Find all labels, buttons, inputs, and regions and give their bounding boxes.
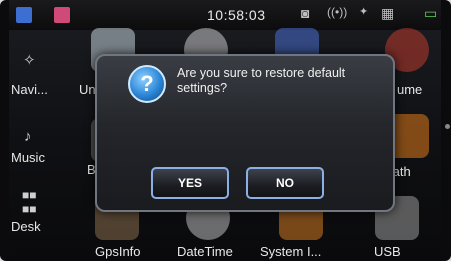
wifi-icon: ((•)) bbox=[327, 5, 348, 19]
app-label-datetime: DateTime bbox=[177, 244, 233, 259]
device-frame: 10:58:03 ◙ ((•)) ✦ ▦ ▭ ✧ Navi... ♪ Music… bbox=[0, 0, 451, 261]
music-note-icon: ♪ bbox=[24, 128, 32, 145]
app-label-usb: USB bbox=[374, 244, 401, 259]
grid-icon: ■■ ■■ bbox=[22, 188, 37, 216]
compass-icon: ✧ bbox=[23, 52, 36, 69]
clock: 10:58:03 bbox=[207, 7, 266, 23]
app-label-systeminfo: System I... bbox=[260, 244, 322, 259]
calendar-icon[interactable]: ▦ bbox=[381, 5, 394, 22]
status-bar: 10:58:03 ◙ ((•)) ✦ ▦ ▭ bbox=[9, 0, 441, 30]
yes-button[interactable]: YES bbox=[151, 167, 229, 199]
no-button[interactable]: NO bbox=[246, 167, 324, 199]
status-color-block-blue bbox=[16, 7, 32, 23]
app-label-gpsinfo: GpsInfo bbox=[95, 244, 141, 259]
sidebar-item-navi[interactable]: Navi... bbox=[11, 82, 48, 97]
app-label-un: Un bbox=[79, 82, 96, 97]
camera-icon[interactable]: ◙ bbox=[301, 5, 309, 21]
sidebar-item-desk[interactable]: Desk bbox=[11, 219, 41, 234]
question-icon: ? bbox=[128, 65, 166, 103]
status-color-block-pink bbox=[54, 7, 70, 23]
gps-icon: ✦ bbox=[359, 6, 369, 18]
screen: 10:58:03 ◙ ((•)) ✦ ▦ ▭ ✧ Navi... ♪ Music… bbox=[9, 0, 441, 261]
sidebar-item-music[interactable]: Music bbox=[11, 150, 45, 165]
side-indicator-dot bbox=[445, 124, 450, 129]
battery-icon: ▭ bbox=[424, 5, 438, 21]
dialog-message: Are you sure to restore default settings… bbox=[177, 66, 346, 95]
confirm-dialog: ? Are you sure to restore default settin… bbox=[95, 54, 395, 212]
app-label-volume: ume bbox=[397, 82, 423, 97]
